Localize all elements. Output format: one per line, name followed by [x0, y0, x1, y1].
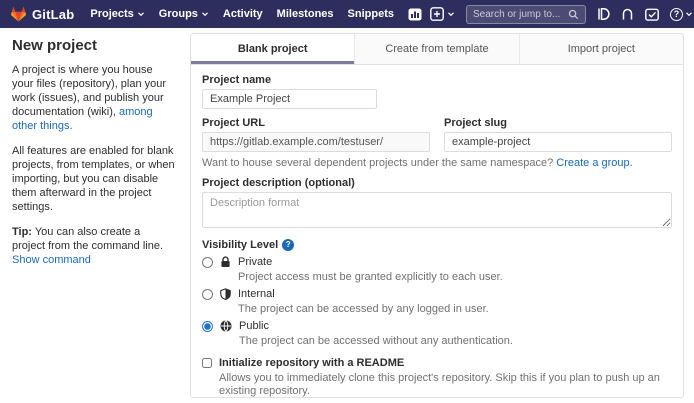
- lock-icon: [220, 256, 231, 268]
- project-description-label: Project description (optional): [202, 177, 672, 189]
- project-name-group: Project name: [202, 74, 672, 109]
- visibility-option-text: Internal The project can be accessed by …: [238, 288, 489, 316]
- readme-checkbox[interactable]: [202, 358, 212, 368]
- global-search[interactable]: [466, 5, 586, 24]
- visibility-option-public[interactable]: Public The project can be accessed witho…: [202, 320, 672, 348]
- issues-button[interactable]: [597, 7, 610, 21]
- nav-item-activity-label: Activity: [223, 8, 263, 20]
- gitlab-tanuki-icon: [10, 6, 27, 22]
- plus-square-icon: [430, 7, 444, 21]
- internal-radio[interactable]: [202, 289, 213, 300]
- navbar-links: Projects Groups Activity Milestones Snip…: [90, 8, 422, 21]
- project-url-group: Project URL: [202, 117, 430, 152]
- visibility-level-label: Visibility Level: [202, 239, 278, 251]
- merge-requests-button[interactable]: [621, 7, 634, 21]
- project-url-field[interactable]: [202, 132, 430, 152]
- project-name-label: Project name: [202, 74, 672, 86]
- search-icon: [568, 9, 579, 20]
- public-description: The project can be accessed without any …: [239, 335, 513, 348]
- page-content: New project A project is where you house…: [0, 28, 694, 398]
- private-radio[interactable]: [202, 257, 213, 268]
- project-slug-field[interactable]: [444, 132, 672, 152]
- private-label: Private: [238, 256, 503, 269]
- todos-button[interactable]: [645, 8, 659, 21]
- nav-item-activity[interactable]: Activity: [223, 8, 263, 20]
- sidebar-tip: Tip: You can also create a project from …: [12, 225, 176, 267]
- internal-label: Internal: [238, 288, 489, 301]
- project-name-field[interactable]: [202, 89, 377, 109]
- visibility-option-internal[interactable]: Internal The project can be accessed by …: [202, 288, 672, 316]
- tab-blank-project-label: Blank project: [238, 43, 308, 55]
- nav-item-projects[interactable]: Projects: [90, 8, 144, 20]
- gitlab-home-link[interactable]: GitLab: [10, 6, 74, 22]
- nav-item-groups[interactable]: Groups: [159, 8, 209, 20]
- nav-item-groups-label: Groups: [159, 8, 198, 20]
- project-url-label: Project URL: [202, 117, 430, 129]
- public-radio[interactable]: [202, 321, 213, 332]
- analytics-icon[interactable]: [408, 8, 422, 21]
- project-slug-label: Project slug: [444, 117, 672, 129]
- tip-text: You can also create a project from the c…: [12, 226, 163, 252]
- readme-label: Initialize repository with a README: [219, 357, 404, 369]
- shield-icon: [220, 288, 231, 300]
- chevron-down-icon: [447, 10, 455, 18]
- tab-create-from-template[interactable]: Create from template: [354, 34, 518, 64]
- project-type-tabs: Blank project Create from template Impor…: [191, 34, 683, 65]
- tab-create-from-template-label: Create from template: [385, 43, 488, 55]
- tip-label: Tip:: [12, 226, 32, 238]
- help-icon: ?: [670, 8, 683, 21]
- project-slug-group: Project slug: [444, 117, 672, 152]
- help-menu-button[interactable]: ?: [670, 8, 693, 21]
- visibility-help-icon[interactable]: ?: [282, 239, 294, 251]
- public-label: Public: [239, 320, 513, 333]
- readme-text: Initialize repository with a README Allo…: [219, 357, 672, 398]
- nav-item-projects-label: Projects: [90, 8, 133, 20]
- issues-icon: [597, 7, 610, 21]
- chevron-down-icon: [201, 10, 209, 18]
- new-project-page: GitLab Projects Groups Activity Mileston…: [0, 0, 694, 403]
- todo-check-icon: [645, 8, 659, 21]
- nav-item-milestones-label: Milestones: [277, 8, 334, 20]
- merge-request-icon: [621, 7, 634, 21]
- tab-import-project-label: Import project: [568, 43, 635, 55]
- visibility-option-text: Public The project can be accessed witho…: [239, 320, 513, 348]
- visibility-option-text: Private Project access must be granted e…: [238, 256, 503, 284]
- sidebar-help-panel: New project A project is where you house…: [12, 33, 176, 278]
- readme-option[interactable]: Initialize repository with a README Allo…: [202, 357, 672, 398]
- tab-import-project[interactable]: Import project: [519, 34, 683, 64]
- search-input[interactable]: [473, 9, 561, 20]
- sidebar-paragraph-1: A project is where you house your files …: [12, 63, 176, 133]
- private-description: Project access must be granted explicitl…: [238, 271, 503, 284]
- nav-item-snippets-label: Snippets: [348, 8, 394, 20]
- chevron-down-icon: [137, 10, 145, 18]
- page-title: New project: [12, 37, 176, 54]
- brand-name: GitLab: [32, 7, 74, 22]
- project-description-field[interactable]: [202, 192, 672, 228]
- tab-blank-project[interactable]: Blank project: [191, 34, 354, 64]
- new-menu-button[interactable]: [430, 7, 455, 21]
- top-navbar: GitLab Projects Groups Activity Mileston…: [0, 0, 694, 28]
- globe-icon: [220, 320, 232, 332]
- project-description-group: Project description (optional): [202, 177, 672, 231]
- nav-item-milestones[interactable]: Milestones: [277, 8, 334, 20]
- visibility-option-private[interactable]: Private Project access must be granted e…: [202, 256, 672, 284]
- bar-chart-icon: [408, 8, 422, 21]
- sidebar-paragraph-2: All features are enabled for blank proje…: [12, 144, 176, 214]
- chevron-down-icon: [685, 10, 693, 18]
- visibility-level-header: Visibility Level ?: [202, 239, 672, 251]
- url-slug-row: Project URL Project slug: [202, 117, 672, 152]
- show-command-link[interactable]: Show command: [12, 254, 91, 266]
- navbar-right: ? +: [430, 5, 694, 24]
- namespace-hint-text: Want to house several dependent projects…: [202, 157, 556, 169]
- new-project-form: Project name Project URL Project slug Wa…: [191, 65, 683, 398]
- create-a-group-link[interactable]: Create a group.: [556, 157, 632, 169]
- readme-description: Allows you to immediately clone this pro…: [219, 372, 672, 398]
- nav-item-snippets[interactable]: Snippets: [348, 8, 394, 20]
- internal-description: The project can be accessed by any logge…: [238, 303, 489, 316]
- namespace-hint: Want to house several dependent projects…: [202, 157, 672, 169]
- new-project-card: Blank project Create from template Impor…: [190, 33, 684, 398]
